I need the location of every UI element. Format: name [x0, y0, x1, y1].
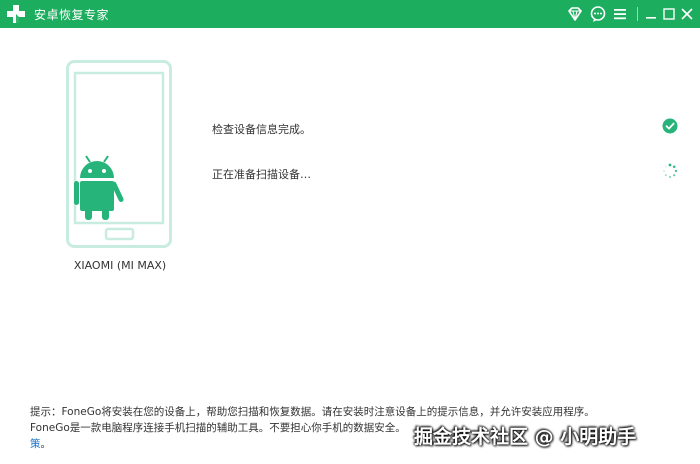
step-check-device-label: 检查设备信息完成。	[212, 123, 311, 136]
check-icon	[662, 118, 678, 134]
title-bar: 安卓恢复专家	[0, 0, 700, 28]
phone-illustration	[66, 60, 172, 248]
tip-line-safety-text: FoneGo是一款电脑程序连接手机扫描的辅助工具。不要担心你手机的数据安全。	[30, 422, 406, 434]
minimize-icon[interactable]	[642, 5, 660, 23]
diamond-icon[interactable]	[566, 5, 584, 23]
titlebar-divider	[637, 7, 638, 21]
app-logo-icon	[7, 5, 25, 23]
device-name: XIAOMI (MI MAX)	[73, 259, 167, 272]
watermark-text: 掘金技术社区 @ 小明助手	[414, 426, 637, 448]
tip-line-install: 提示：FoneGo将安装在您的设备上，帮助您扫描和恢复数据。请在安装时注意设备上…	[30, 406, 595, 418]
tip-line-end: 。	[40, 438, 52, 450]
close-icon[interactable]	[678, 5, 696, 23]
feedback-icon[interactable]	[589, 5, 607, 23]
privacy-policy-link[interactable]: 策	[30, 438, 41, 450]
step-prepare-scan-label: 正在准备扫描设备…	[212, 168, 311, 181]
window-title: 安卓恢复专家	[34, 8, 110, 22]
spinner-icon	[663, 163, 678, 178]
menu-icon[interactable]	[611, 5, 629, 23]
maximize-icon[interactable]	[660, 5, 678, 23]
